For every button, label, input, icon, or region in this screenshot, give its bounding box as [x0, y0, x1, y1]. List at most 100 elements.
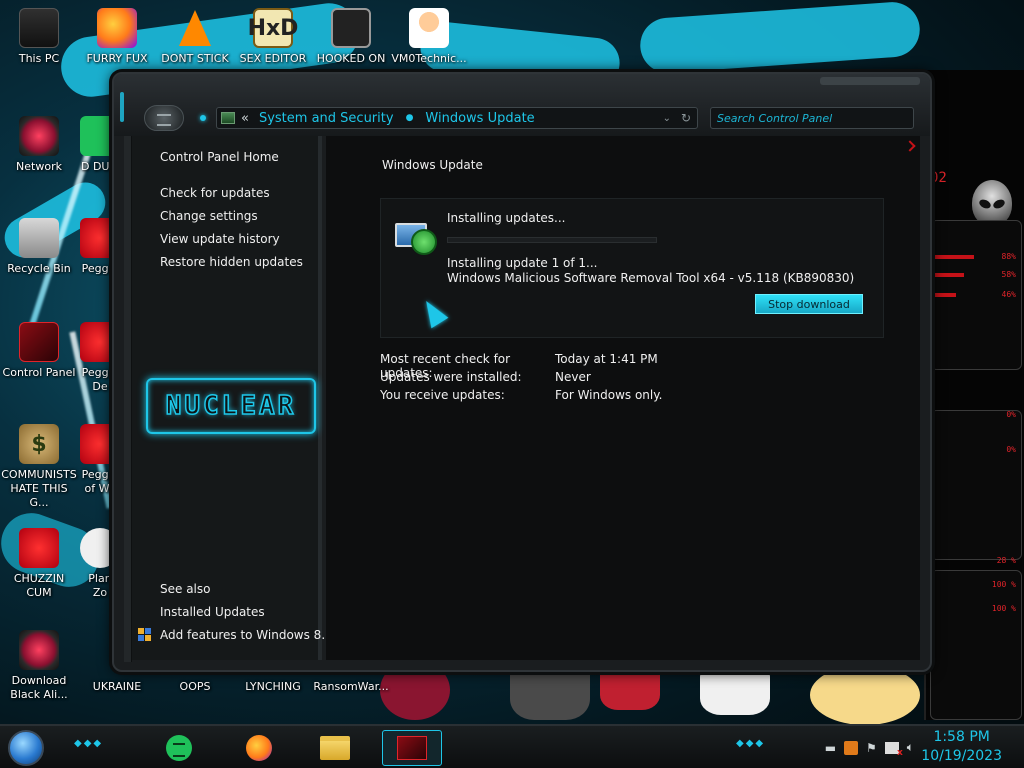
search-input[interactable] — [710, 107, 914, 129]
meter-reading: 58% — [1001, 270, 1016, 279]
window-frame — [124, 136, 132, 662]
show-hidden-icons-chevron-icon[interactable]: ▬ — [825, 741, 836, 755]
info-label: Updates were installed: — [380, 370, 522, 384]
taskbar-app-control-panel[interactable] — [382, 730, 442, 766]
file-explorer-icon — [320, 736, 350, 760]
control-panel-icon — [19, 322, 59, 362]
mouse-cursor-icon — [417, 295, 449, 329]
nav-control-panel-home[interactable]: Control Panel Home — [160, 150, 279, 164]
nav-restore-hidden-updates[interactable]: Restore hidden updates — [160, 255, 303, 269]
desktop-icon-download-black-ali[interactable]: Download Black Ali... — [0, 630, 78, 702]
taskbar-app-file-explorer[interactable] — [312, 730, 358, 766]
update-status-panel: Installing updates... Installing update … — [380, 198, 884, 338]
breadcrumb-overflow[interactable]: « — [241, 111, 249, 126]
nav-add-features[interactable]: Add features to Windows 8.1 — [160, 628, 333, 642]
chuzzle-icon — [19, 528, 59, 568]
desktop-icon-label: This PC — [18, 52, 60, 65]
info-row: Updates were installed: Never — [380, 370, 662, 388]
back-forward-button[interactable] — [144, 105, 184, 131]
desktop-icon-ransomware[interactable]: RansomWar... — [312, 676, 390, 694]
desktop-icon-furry-fux[interactable]: FURRY FUX — [78, 8, 156, 66]
clock-time: 1:58 PM — [933, 729, 990, 745]
info-value: Today at 1:41 PM — [555, 352, 658, 366]
breadcrumb-system-and-security[interactable]: System and Security — [259, 111, 394, 126]
update-info-table: Most recent check for updates: Today at … — [380, 352, 662, 406]
taskbar-clock[interactable]: 1:58 PM 10/19/2023 — [921, 728, 1002, 766]
nav-view-update-history[interactable]: View update history — [160, 232, 280, 246]
meter-reading: 0% — [1006, 410, 1016, 419]
recycle-bin-icon — [19, 218, 59, 258]
desktop-icon-label: DONT STICK — [161, 52, 229, 65]
meter-reading: 0% — [1006, 445, 1016, 454]
desktop-icon-oops[interactable]: OOPS — [156, 676, 234, 694]
stop-download-button[interactable]: Stop download — [755, 294, 863, 314]
firefox-icon — [246, 735, 272, 761]
taskbar-app-firefox[interactable] — [236, 730, 282, 766]
meter-reading: 100 % — [991, 604, 1016, 613]
task-pane: Control Panel Home Check for updates Cha… — [132, 136, 333, 660]
hxd-editor-icon: HxD — [248, 8, 298, 48]
nav-installed-updates[interactable]: Installed Updates — [160, 605, 265, 619]
desktop-icon-label: HOOKED ON — [316, 52, 386, 65]
start-button[interactable] — [8, 730, 44, 766]
taskbar-app-notes[interactable] — [156, 730, 202, 766]
desktop-icon-control-panel[interactable]: Control Panel — [0, 322, 78, 380]
control-panel-icon — [221, 112, 235, 124]
volume-icon[interactable]: 🔈︎ — [907, 740, 914, 755]
desktop-icon-lynching[interactable]: LYNCHING — [234, 676, 312, 694]
desktop-icon-sex-editor[interactable]: HxD SEX EDITOR — [234, 8, 312, 66]
desktop-icon-dont-stick[interactable]: DONT STICK — [156, 8, 234, 66]
windows-features-icon — [138, 628, 152, 642]
address-bar[interactable]: « System and Security ● Windows Update ⌄… — [216, 107, 698, 129]
help-corner-icon[interactable] — [904, 140, 916, 152]
desktop-icon-recycle-bin[interactable]: Recycle Bin — [0, 218, 78, 276]
info-value: Never — [555, 370, 591, 384]
alienware-orb-icon — [19, 630, 59, 670]
network-orb-icon — [19, 116, 59, 156]
desktop-icon-ukraine[interactable]: UKRAINE — [78, 676, 156, 694]
chevron-down-icon[interactable]: ⌄ — [663, 113, 671, 124]
meter-reading: 02 — [930, 170, 947, 186]
desktop-icon-label: Download Black Ali... — [10, 674, 68, 701]
desktop-icon-label: Control Panel — [2, 366, 76, 379]
desktop-icon-label: VM0Technic... — [391, 52, 467, 65]
desktop-icon-vm0technic[interactable]: VM0Technic... — [390, 8, 468, 66]
desktop-icon-this-pc[interactable]: This PC — [0, 8, 78, 66]
nav-check-for-updates[interactable]: Check for updates — [160, 186, 270, 200]
vlc-cone-icon — [175, 8, 215, 48]
refresh-icon[interactable]: ↻ — [681, 111, 691, 125]
control-panel-icon — [397, 736, 427, 760]
nuclear-logo-banner: NUCLEAR — [146, 378, 316, 434]
nav-change-settings[interactable]: Change settings — [160, 209, 258, 223]
desktop-icon-communists[interactable]: $ COMMUNISTS HATE THIS G... — [0, 424, 78, 510]
info-value: For Windows only. — [555, 388, 663, 402]
desktop-icon-label: SEX EDITOR — [239, 52, 307, 65]
clock-date: 10/19/2023 — [921, 748, 1002, 764]
desktop-icon-label: FURRY FUX — [86, 52, 148, 65]
system-monitor-widget: 02 88% 58% 46% 0% 0% 28 % 100 % 100 % — [924, 70, 1024, 720]
breadcrumb-separator-icon[interactable]: ● — [406, 113, 414, 123]
info-label: You receive updates: — [380, 388, 505, 402]
info-row: Most recent check for updates: Today at … — [380, 352, 662, 380]
action-center-flag-icon[interactable]: ⚑ — [866, 741, 877, 755]
system-tray: ▬ ⚑ 🔈︎ — [825, 740, 914, 758]
tray-app-icon[interactable] — [844, 740, 859, 755]
desktop-icon-hooked-on[interactable]: HOOKED ON — [312, 8, 390, 66]
desktop-icon-chuzzin[interactable]: CHUZZIN CUM — [0, 528, 78, 600]
meter-reading: 100 % — [991, 580, 1016, 589]
meter-reading: 88% — [1001, 252, 1016, 261]
breadcrumb-windows-update[interactable]: Windows Update — [425, 111, 534, 126]
network-disconnected-icon[interactable] — [884, 741, 903, 758]
desktop-icon-network[interactable]: Network — [0, 116, 78, 174]
taskbar-decoration: ◆◆◆ — [74, 738, 104, 749]
page-title: Windows Update — [382, 158, 483, 172]
nuclear-logo-text: NUCLEAR — [165, 390, 297, 422]
money-bag-icon: $ — [19, 424, 59, 464]
taskbar-decoration: ◆◆◆ — [736, 738, 766, 749]
computer-icon — [19, 8, 59, 48]
doctor-icon — [409, 8, 449, 48]
desktop-icon-label: RansomWar... — [313, 680, 389, 693]
control-panel-window: « System and Security ● Windows Update ⌄… — [112, 72, 932, 672]
window-titlebar[interactable]: « System and Security ● Windows Update ⌄… — [114, 74, 930, 136]
info-row: You receive updates: For Windows only. — [380, 388, 662, 406]
